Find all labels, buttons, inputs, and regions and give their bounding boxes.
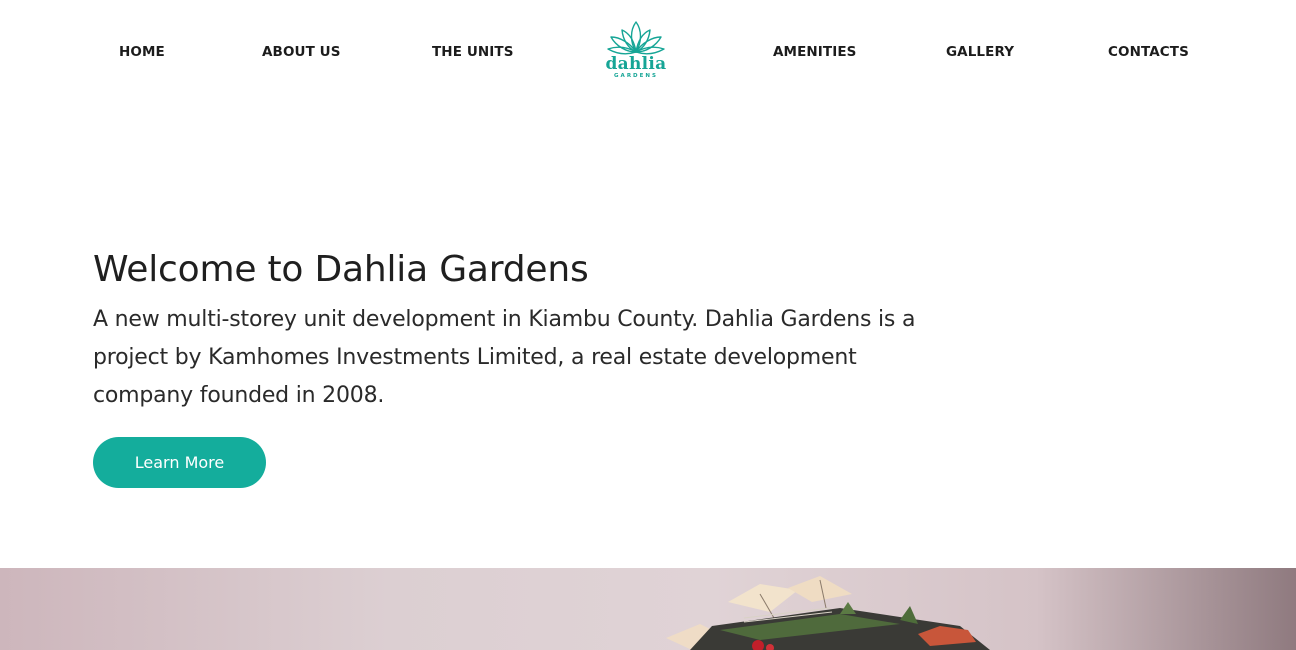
site-logo[interactable]: dahlia GARDENS (601, 18, 671, 90)
building-illustration (666, 576, 990, 650)
main-navigation: HOME ABOUT US THE UNITS dahlia GARDENS A… (0, 0, 1296, 104)
lotus-icon (607, 21, 665, 55)
logo-subtitle: GARDENS (614, 73, 658, 79)
hero-description: A new multi-storey unit development in K… (93, 307, 916, 408)
nav-link-contacts[interactable]: CONTACTS (1108, 44, 1189, 60)
hero-title: Welcome to Dahlia Gardens (93, 249, 589, 290)
nav-link-about-us[interactable]: ABOUT US (262, 44, 341, 60)
nav-link-gallery[interactable]: GALLERY (946, 44, 1014, 60)
nav-link-home[interactable]: HOME (119, 44, 165, 60)
building-render-image (0, 568, 1296, 650)
logo-wordmark: dahlia (605, 54, 667, 74)
nav-link-amenities[interactable]: AMENITIES (773, 44, 857, 60)
hero-section: Welcome to Dahlia Gardens A new multi-st… (93, 246, 973, 415)
learn-more-button[interactable]: Learn More (93, 437, 266, 488)
nav-link-the-units[interactable]: THE UNITS (432, 44, 514, 60)
